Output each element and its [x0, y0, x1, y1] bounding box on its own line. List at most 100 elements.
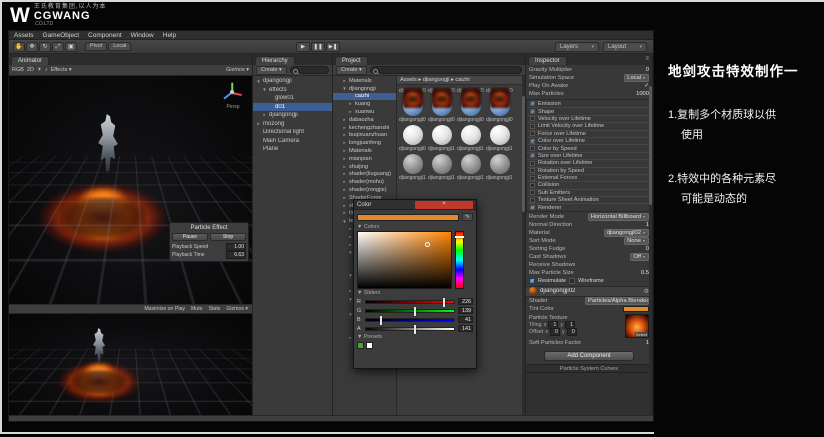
- particle-module-row[interactable]: Sub Emitters: [527, 189, 651, 196]
- expand-arrow-icon[interactable]: ▸: [342, 125, 347, 131]
- inspector-field[interactable]: Max Particles 1000: [526, 90, 652, 98]
- renderer-field[interactable]: Normal Direction 1: [526, 221, 652, 229]
- pivot-toggle[interactable]: Pivot: [85, 42, 107, 51]
- module-checkbox[interactable]: [530, 190, 535, 195]
- preset-color-swatch[interactable]: [357, 342, 364, 349]
- expand-arrow-icon[interactable]: ▸: [342, 117, 347, 123]
- expand-arrow-icon[interactable]: ▸: [348, 101, 353, 107]
- module-checkbox[interactable]: [530, 131, 535, 136]
- channel-track[interactable]: [365, 318, 455, 322]
- particle-module-row[interactable]: Renderer: [527, 203, 651, 210]
- channel-value-field[interactable]: 41: [458, 316, 473, 323]
- expand-arrow-icon[interactable]: ▸: [342, 164, 347, 170]
- project-folder[interactable]: ▸ dabaozha: [333, 116, 396, 124]
- particle-module-row[interactable]: Collision: [527, 181, 651, 188]
- module-checkbox[interactable]: [530, 183, 535, 188]
- inspector-field[interactable]: Gravity Multiplier 0: [526, 66, 652, 74]
- field-value[interactable]: djiangongji02: [604, 229, 649, 237]
- particle-module-row[interactable]: Color over Lifetime: [527, 137, 651, 144]
- project-folder[interactable]: ▸ xuanwu: [333, 108, 396, 116]
- expand-arrow-icon[interactable]: ▸: [342, 195, 347, 201]
- material-header[interactable]: djiangongji02 ⚙: [526, 286, 652, 297]
- project-folder[interactable]: ▸ kechengzhanshi: [333, 124, 396, 132]
- hierarchy-item[interactable]: ▸ djiangongji: [253, 111, 332, 120]
- module-checkbox[interactable]: [530, 205, 535, 210]
- local-toggle[interactable]: Local: [108, 42, 131, 51]
- hierarchy-item[interactable]: ▼ djiangongji: [253, 77, 332, 86]
- shader-row[interactable]: Shader Particles/Alpha Blended: [526, 297, 652, 305]
- expand-arrow-icon[interactable]: ▸: [342, 78, 347, 84]
- asset-item[interactable]: djiangongji04: [486, 88, 513, 94]
- expand-arrow-icon[interactable]: ▸: [342, 171, 347, 177]
- pause-button[interactable]: ❚❚: [311, 42, 325, 52]
- field-value[interactable]: 1000: [636, 91, 649, 97]
- eyedropper-icon[interactable]: ✎: [462, 213, 473, 221]
- particle-module-row[interactable]: Shape: [527, 107, 651, 114]
- game-toolbar-toggle[interactable]: Mute: [191, 306, 203, 312]
- layout-dropdown[interactable]: Layout▾: [603, 42, 647, 52]
- perspective-label[interactable]: Persp: [220, 104, 246, 110]
- project-folder[interactable]: ▸ shader(mohu): [333, 178, 396, 186]
- asset-item[interactable]: djiangongji01: [399, 88, 426, 94]
- hue-slider-handle[interactable]: [455, 236, 464, 238]
- hue-slider[interactable]: [455, 231, 464, 289]
- expand-arrow-icon[interactable]: ▸: [348, 109, 353, 115]
- project-folder[interactable]: ▸ shuijing: [333, 163, 396, 171]
- channel-track[interactable]: [365, 327, 455, 331]
- expand-arrow-icon[interactable]: ▸: [342, 156, 347, 162]
- module-checkbox[interactable]: [530, 124, 535, 129]
- channel-thumb[interactable]: [380, 316, 382, 325]
- expand-arrow-icon[interactable]: ▼: [262, 87, 267, 92]
- project-folder[interactable]: ▸ kuang: [333, 100, 396, 108]
- particle-module-row[interactable]: External Forces: [527, 174, 651, 181]
- panel-menu-icon[interactable]: ≡: [645, 56, 649, 62]
- expand-arrow-icon[interactable]: ▼: [342, 86, 347, 91]
- add-component-button[interactable]: Add Component: [544, 351, 635, 361]
- module-checkbox[interactable]: [530, 146, 535, 151]
- hierarchy-item[interactable]: Main Camera: [253, 137, 332, 146]
- menu-item[interactable]: Component: [88, 32, 122, 39]
- asset-item[interactable]: djiangongji14: [428, 154, 455, 181]
- shading-mode-dropdown[interactable]: RGB: [12, 67, 24, 73]
- renderer-field[interactable]: Max Particle Size 0.5: [526, 269, 652, 277]
- expand-arrow-icon[interactable]: ▼: [342, 219, 347, 224]
- particle-module-row[interactable]: Force over Lifetime: [527, 130, 651, 137]
- presets-section-label[interactable]: ▼ Presets: [357, 333, 473, 341]
- module-checkbox[interactable]: [530, 153, 535, 158]
- texture-select-button[interactable]: Select: [635, 332, 648, 337]
- menu-item[interactable]: Assets: [14, 32, 34, 39]
- project-folder[interactable]: ▸ shader(liuguang): [333, 171, 396, 179]
- game-toolbar-toggle[interactable]: Gizmos ▾: [226, 306, 248, 312]
- expand-arrow-icon[interactable]: ▸: [262, 112, 267, 118]
- particle-panel-button[interactable]: Pause: [172, 233, 208, 241]
- field-value[interactable]: Horizontal Billboard: [588, 213, 649, 221]
- particle-panel-row-value[interactable]: 1.00: [226, 243, 246, 251]
- menu-item[interactable]: GameObject: [43, 32, 80, 39]
- particle-texture-thumbnail[interactable]: Select: [625, 314, 649, 338]
- expand-arrow-icon[interactable]: ▸: [342, 148, 347, 154]
- hierarchy-item[interactable]: d01: [253, 103, 332, 112]
- channel-thumb[interactable]: [443, 298, 445, 307]
- asset-item[interactable]: djiangongji15: [457, 154, 484, 181]
- renderer-field[interactable]: Render Mode Horizontal Billboard: [526, 213, 652, 221]
- menu-item[interactable]: Window: [131, 32, 154, 39]
- close-icon[interactable]: ×: [415, 201, 473, 209]
- shader-dropdown[interactable]: Particles/Alpha Blended: [585, 297, 649, 305]
- particle-module-row[interactable]: Rotation by Speed: [527, 167, 651, 174]
- project-folder[interactable]: caizhi: [333, 93, 396, 101]
- field-value[interactable]: None: [624, 237, 649, 245]
- 2d-toggle[interactable]: 2D: [27, 67, 34, 73]
- particle-module-row[interactable]: Color by Speed: [527, 144, 651, 151]
- tab-hierarchy[interactable]: Hierarchy: [255, 56, 295, 65]
- hierarchy-item[interactable]: Plane: [253, 145, 332, 154]
- channel-track[interactable]: [365, 309, 455, 313]
- tab-project[interactable]: Project: [335, 56, 368, 65]
- gizmos-dropdown[interactable]: Gizmos ▾: [226, 67, 249, 73]
- asset-item[interactable]: djiangongji11: [457, 125, 484, 152]
- asset-item[interactable]: djiangongji09: [399, 125, 426, 152]
- field-value[interactable]: Off: [630, 253, 649, 261]
- project-folder[interactable]: ▸ shader(rongjie): [333, 186, 396, 194]
- module-checkbox[interactable]: [530, 101, 535, 106]
- hierarchy-item[interactable]: Directional light: [253, 128, 332, 137]
- asset-item[interactable]: djiangongji02: [428, 88, 455, 94]
